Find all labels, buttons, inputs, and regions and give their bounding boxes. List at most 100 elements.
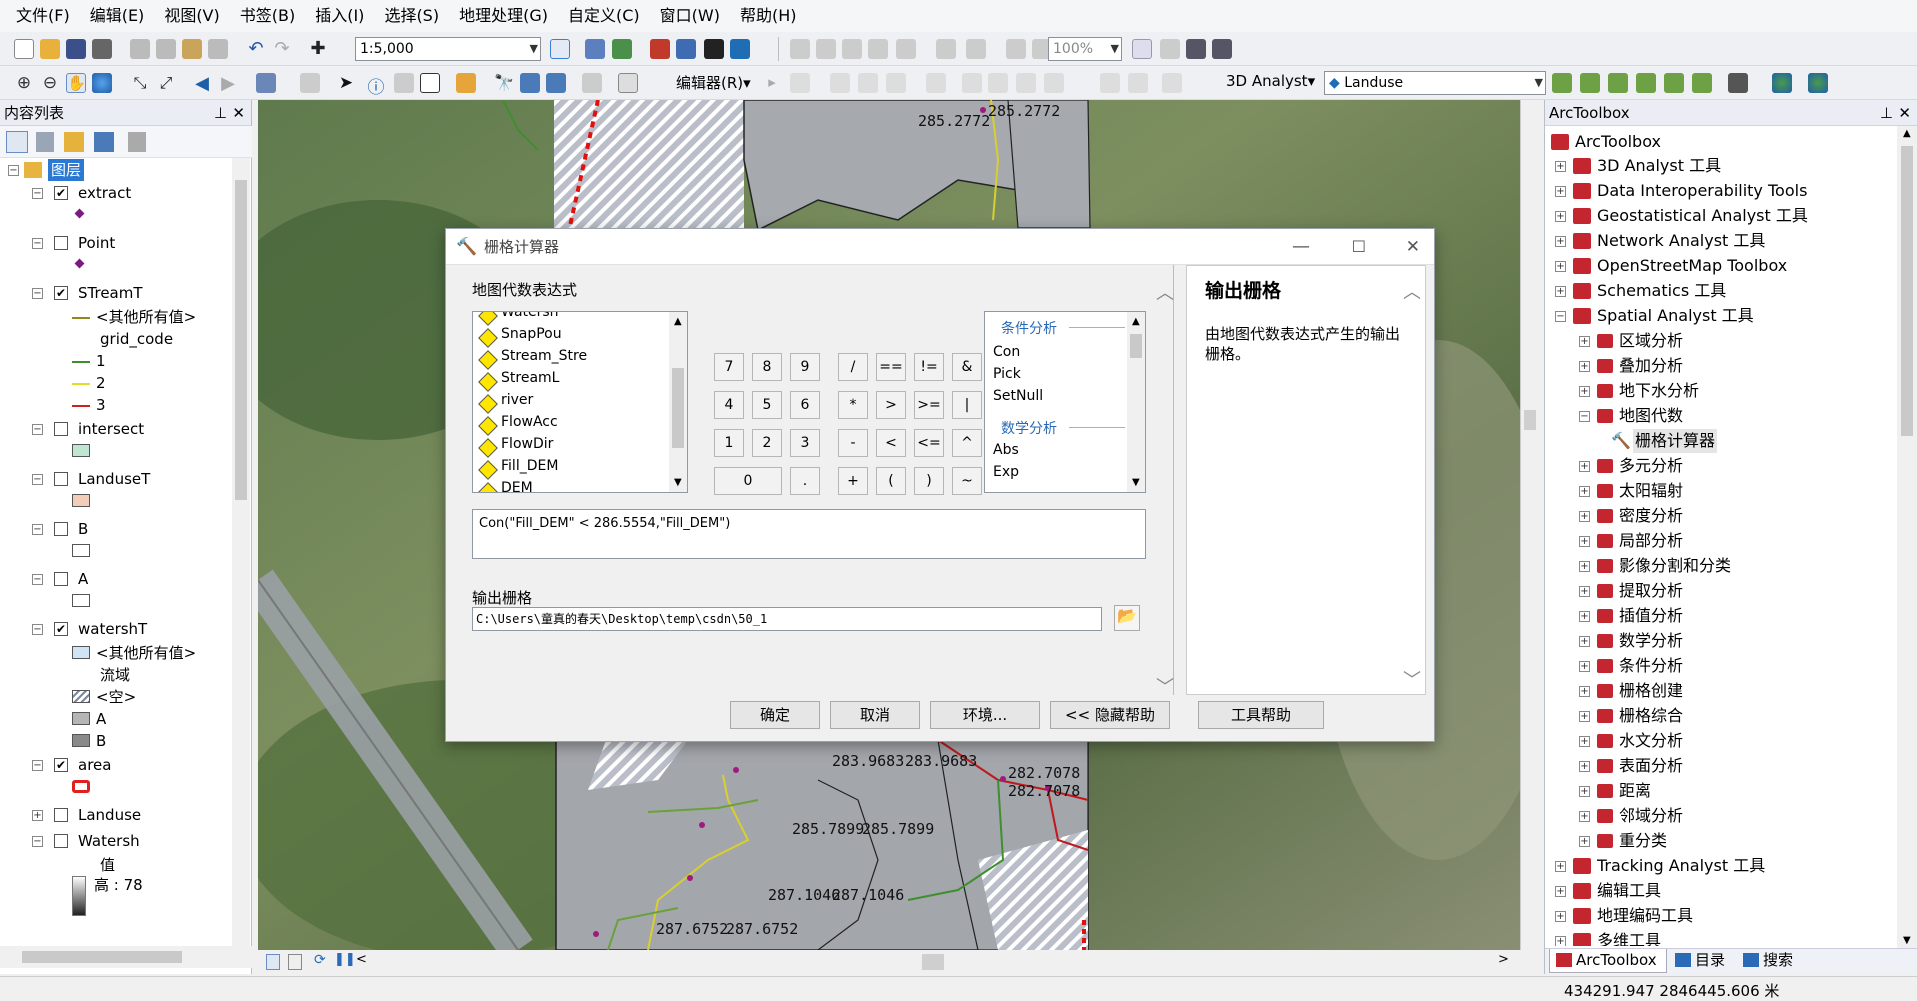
identify-icon[interactable]: ⓘ	[366, 73, 386, 98]
menu-item[interactable]: 视图(V)	[154, 0, 229, 32]
toolbox-icon[interactable]	[650, 39, 670, 59]
calculator-key[interactable]: !=	[914, 353, 944, 381]
expand-icon[interactable]: +	[1555, 886, 1566, 897]
collapse-icon[interactable]: −	[32, 474, 43, 485]
toolbox-pin-icon[interactable]: ⊥	[1880, 100, 1893, 126]
editor-toolbar-icon[interactable]	[550, 39, 570, 59]
create-steepest-path-icon[interactable]	[1580, 73, 1600, 93]
full-extent-icon[interactable]	[868, 39, 888, 59]
toolset-item[interactable]: 栅格创建	[1619, 679, 1683, 703]
environments-button[interactable]: 环境...	[930, 701, 1040, 729]
toolbox-item[interactable]: 地理编码工具	[1597, 904, 1693, 928]
toolbox-item[interactable]: Schematics 工具	[1597, 279, 1726, 303]
interpolate-polygon-icon[interactable]	[1692, 73, 1712, 93]
select-features-icon[interactable]	[256, 73, 276, 93]
layer-list-item[interactable]: DEM	[501, 480, 533, 492]
layer-visibility-checkbox[interactable]	[54, 472, 68, 486]
collapse-icon[interactable]: −	[32, 238, 43, 249]
expression-textbox[interactable]: Con("Fill_DEM" < 286.5554,"Fill_DEM")	[472, 509, 1146, 559]
scale-combo[interactable]: 1:5,000 ▼	[355, 37, 541, 61]
tool-help-button[interactable]: 工具帮助	[1198, 701, 1324, 729]
profile-graph-icon[interactable]	[1728, 73, 1748, 93]
toolset-tool-item[interactable]: 栅格计算器	[1633, 429, 1718, 453]
edit-vertices-icon[interactable]	[926, 73, 946, 93]
layer-name[interactable]: intersect	[78, 418, 144, 440]
toolset-item[interactable]: 叠加分析	[1619, 354, 1683, 378]
toolbox-item[interactable]: 编辑工具	[1597, 879, 1661, 903]
toc-horizontal-scrollbar[interactable]	[0, 946, 252, 968]
calculator-key[interactable]: 1	[714, 429, 744, 457]
browse-folder-icon[interactable]: 📂	[1114, 605, 1140, 631]
tab-search[interactable]: 搜索	[1739, 949, 1809, 973]
map-hscroll-thumb[interactable]	[922, 954, 944, 970]
layer-name[interactable]: B	[78, 518, 88, 540]
toolset-item[interactable]: 密度分析	[1619, 504, 1683, 528]
zoom-in-fixed-icon[interactable]	[790, 39, 810, 59]
toolbox-item[interactable]: Data Interoperability Tools	[1597, 179, 1807, 203]
table-icon[interactable]	[585, 39, 605, 59]
change-layout-icon[interactable]	[1186, 39, 1206, 59]
toolset-item[interactable]: 插值分析	[1619, 604, 1683, 628]
function-item[interactable]: Pick	[993, 366, 1021, 382]
python-icon[interactable]	[676, 39, 696, 59]
layer-visibility-checkbox[interactable]	[54, 808, 68, 822]
expand-icon[interactable]: +	[1555, 186, 1566, 197]
layer-name[interactable]: A	[78, 568, 88, 590]
expand-icon[interactable]: +	[1555, 211, 1566, 222]
scroll-left-icon[interactable]: <	[356, 952, 367, 967]
toolbox-item[interactable]: Geostatistical Analyst 工具	[1597, 204, 1808, 228]
zoom-out-icon[interactable]: ⊖	[40, 73, 60, 93]
toolset-item[interactable]: 栅格综合	[1619, 704, 1683, 728]
menu-item[interactable]: 书签(B)	[230, 0, 305, 32]
edit-tool-icon[interactable]: ▸	[762, 73, 782, 93]
expand-icon[interactable]: +	[1579, 611, 1590, 622]
functions-list[interactable]: 条件分析 Con Pick SetNull 数学分析 Abs Exp ▲ ▼	[984, 311, 1146, 493]
calculator-key[interactable]: ~	[952, 467, 982, 495]
calculator-key[interactable]: -	[838, 429, 868, 457]
layers-root[interactable]: 图层	[48, 159, 85, 181]
data-view-icon[interactable]	[266, 954, 280, 970]
pan-icon[interactable]: ✋	[66, 73, 86, 93]
copy-icon[interactable]	[156, 39, 176, 59]
calculator-key[interactable]: 2	[752, 429, 782, 457]
layout-forward-icon[interactable]	[1006, 39, 1026, 59]
layer-visibility-checkbox[interactable]: ✔	[54, 186, 68, 200]
map-vertical-scrollbar[interactable]	[1520, 100, 1538, 950]
expand-icon[interactable]: +	[1579, 386, 1590, 397]
calculator-key[interactable]: +	[838, 467, 868, 495]
expand-icon[interactable]: +	[1555, 261, 1566, 272]
expand-icon[interactable]: +	[1579, 636, 1590, 647]
reshape-icon[interactable]	[962, 73, 982, 93]
expand-icon[interactable]: +	[1579, 461, 1590, 472]
calculator-key[interactable]: (	[876, 467, 906, 495]
calculator-key[interactable]: 4	[714, 391, 744, 419]
zoom-out-fixed-icon[interactable]	[816, 39, 836, 59]
help-scroll-down-icon[interactable]: ﹀	[1403, 666, 1421, 692]
layer-name[interactable]: STreamT	[78, 282, 143, 304]
dialog-close-icon[interactable]: ✕	[1406, 229, 1420, 265]
expand-icon[interactable]: +	[1555, 236, 1566, 247]
attributes-icon[interactable]	[1100, 73, 1120, 93]
layer-list-item[interactable]: FlowDir	[501, 436, 553, 452]
list-by-selection-icon[interactable]	[94, 132, 114, 152]
list-by-drawing-order-icon[interactable]	[6, 131, 28, 153]
expand-icon[interactable]: +	[1555, 936, 1566, 946]
calculator-key[interactable]: 9	[790, 353, 820, 381]
toolset-item[interactable]: 条件分析	[1619, 654, 1683, 678]
layer-name[interactable]: area	[78, 754, 111, 776]
data-driven-pages-icon[interactable]	[1212, 39, 1232, 59]
tab-catalog[interactable]: 目录	[1671, 949, 1735, 973]
function-item[interactable]: Con	[993, 344, 1020, 360]
hyperlink-icon[interactable]	[394, 73, 414, 93]
pan-layout-icon[interactable]	[842, 39, 862, 59]
open-folder-icon[interactable]	[40, 39, 60, 59]
interpolate-line-icon[interactable]	[1664, 73, 1684, 93]
toolset-item[interactable]: 局部分析	[1619, 529, 1683, 553]
toolset-item[interactable]: 重分类	[1619, 829, 1667, 853]
calculator-key[interactable]: >	[876, 391, 906, 419]
collapse-icon[interactable]: −	[32, 524, 43, 535]
calculator-key[interactable]: |	[952, 391, 982, 419]
editor-menu[interactable]: 编辑器(R)▾	[676, 72, 751, 93]
layer-name[interactable]: Landuse	[78, 804, 141, 826]
zoom-whole-page-icon[interactable]	[896, 39, 916, 59]
